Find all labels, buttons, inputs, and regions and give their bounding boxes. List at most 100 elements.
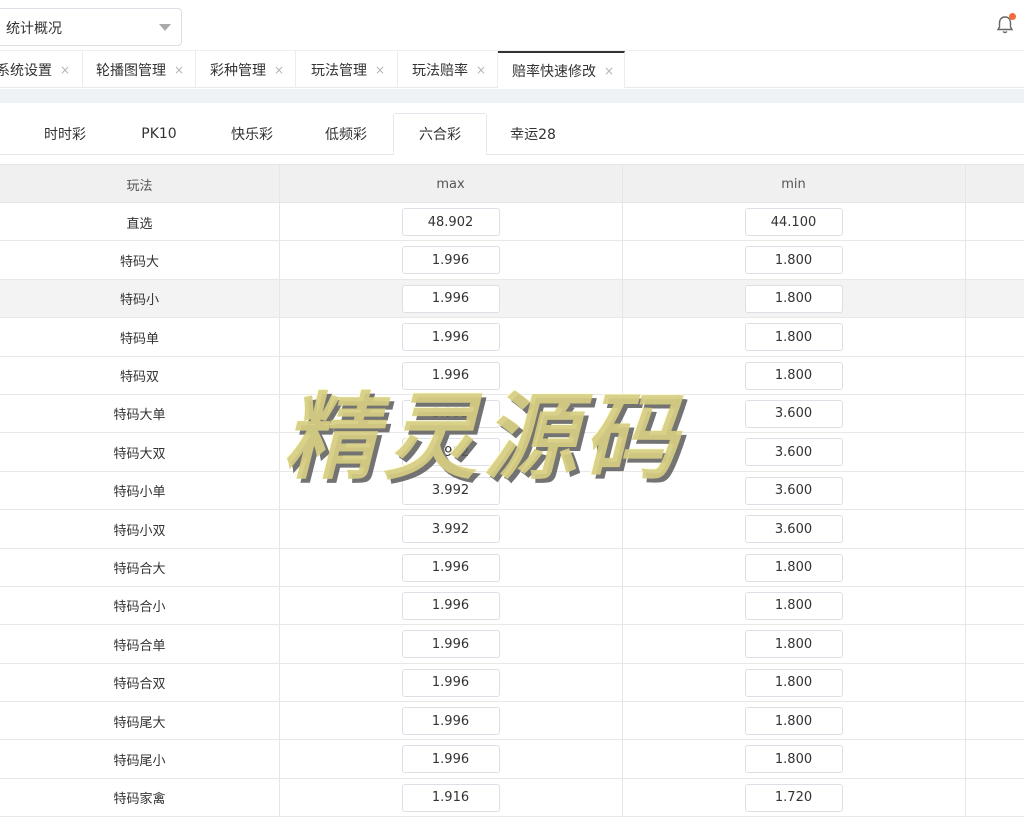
- subtab-kuaile[interactable]: 快乐彩: [209, 113, 295, 155]
- max-cell: [279, 625, 622, 663]
- max-input[interactable]: [401, 323, 500, 352]
- min-input[interactable]: [744, 707, 843, 736]
- tab-odds-quick-edit[interactable]: 赔率快速修改 ×: [498, 51, 625, 88]
- max-cell: [279, 702, 622, 740]
- subtab-dipin[interactable]: 低频彩: [303, 113, 389, 155]
- min-cell: [622, 664, 965, 702]
- min-input[interactable]: [744, 515, 843, 544]
- tab-label: 玩法管理: [311, 62, 367, 79]
- table-row: 特码小单: [0, 471, 1024, 511]
- max-input[interactable]: [401, 745, 500, 774]
- max-cell: [279, 587, 622, 625]
- max-cell: [279, 740, 622, 778]
- min-input[interactable]: [744, 323, 843, 352]
- max-input[interactable]: [401, 515, 500, 544]
- max-input[interactable]: [401, 591, 500, 620]
- min-cell: [622, 472, 965, 510]
- table-row: 特码合双: [0, 663, 1024, 703]
- close-icon[interactable]: ×: [375, 63, 385, 77]
- tab-label: 玩法赔率: [412, 62, 468, 79]
- min-cell: [622, 702, 965, 740]
- play-name-cell: 特码合单: [113, 638, 166, 654]
- play-name-cell: 特码小单: [113, 485, 166, 501]
- play-name-cell: 特码双: [119, 370, 159, 386]
- notification-button[interactable]: [996, 13, 1016, 35]
- close-icon[interactable]: ×: [174, 63, 184, 77]
- min-input[interactable]: [744, 438, 843, 467]
- tab-play-management[interactable]: 玩法管理 ×: [296, 51, 398, 88]
- max-cell: [279, 549, 622, 587]
- table-row: 特码大: [0, 241, 1024, 280]
- tab-lottery-management[interactable]: 彩种管理 ×: [196, 51, 296, 88]
- min-input[interactable]: [744, 246, 843, 275]
- lottery-type-tabs: 时时彩 PK10 快乐彩 低频彩 六合彩 幸运28: [0, 103, 1024, 155]
- min-input[interactable]: [744, 668, 843, 697]
- subtab-ssc[interactable]: 时时彩: [22, 113, 108, 155]
- min-cell: [622, 510, 965, 548]
- min-input[interactable]: [744, 783, 843, 812]
- min-input[interactable]: [744, 553, 843, 582]
- table-body: 直选特码大特码小特码单特码双特码大单特码大双特码小单特码小双特码合大特码合小特码…: [0, 203, 1024, 818]
- min-input[interactable]: [744, 476, 843, 505]
- table-row: 特码合小: [0, 586, 1024, 626]
- tab-play-odds[interactable]: 玩法赔率 ×: [398, 51, 498, 88]
- page-select[interactable]: 统计概况: [0, 8, 182, 46]
- play-name-cell: 特码小: [119, 293, 159, 309]
- min-input[interactable]: [744, 399, 843, 428]
- max-input[interactable]: [401, 783, 500, 812]
- min-input[interactable]: [744, 591, 843, 620]
- table-row: 特码家禽: [0, 778, 1024, 818]
- max-input[interactable]: [401, 246, 500, 275]
- tab-label: 赔率快速修改: [512, 63, 596, 80]
- close-icon[interactable]: ×: [274, 63, 284, 77]
- max-input[interactable]: [401, 284, 500, 313]
- max-input[interactable]: [401, 707, 500, 736]
- odds-table: 玩法 max min 直选特码大特码小特码单特码双特码大单特码大双特码小单特码小…: [0, 164, 1024, 818]
- play-name-cell: 特码尾小: [113, 753, 166, 769]
- table-row: 特码合单: [0, 625, 1024, 664]
- max-input[interactable]: [401, 208, 500, 236]
- close-icon[interactable]: ×: [476, 63, 486, 77]
- max-input[interactable]: [401, 399, 500, 428]
- min-input[interactable]: [744, 745, 843, 774]
- max-cell: [279, 241, 622, 279]
- max-cell: [279, 357, 622, 395]
- top-bar: 统计概况: [0, 0, 1024, 50]
- max-cell: [279, 779, 622, 817]
- max-cell: [279, 664, 622, 702]
- max-cell: [279, 395, 622, 433]
- tabs-bar: 系统设置 × 轮播图管理 × 彩种管理 × 玩法管理 × 玩法赔率 × 赔率快速…: [0, 50, 1024, 88]
- play-name-cell: 特码大: [119, 254, 159, 270]
- close-icon[interactable]: ×: [604, 64, 614, 78]
- min-cell: [622, 433, 965, 471]
- min-input[interactable]: [744, 361, 843, 390]
- table-row: 直选: [0, 203, 1024, 242]
- max-input[interactable]: [401, 553, 500, 582]
- close-icon[interactable]: ×: [60, 63, 70, 77]
- min-cell: [622, 740, 965, 778]
- tab-system-settings[interactable]: 系统设置 ×: [0, 51, 83, 88]
- min-input[interactable]: [744, 208, 843, 236]
- max-input[interactable]: [401, 476, 500, 505]
- max-input[interactable]: [401, 630, 500, 659]
- subtab-pk10[interactable]: PK10: [116, 113, 202, 155]
- min-cell: [622, 587, 965, 625]
- play-name-cell: 特码大单: [113, 408, 166, 424]
- max-input[interactable]: [401, 361, 500, 390]
- max-cell: [279, 318, 622, 356]
- play-name-cell: 特码家禽: [113, 792, 166, 808]
- play-name-cell: 特码合双: [113, 677, 166, 693]
- max-input[interactable]: [401, 438, 500, 467]
- subtab-lucky28[interactable]: 幸运28: [490, 113, 576, 155]
- table-row: 特码大单: [0, 394, 1024, 434]
- subtab-liuhecai[interactable]: 六合彩: [393, 113, 487, 155]
- table-row: 特码合大: [0, 548, 1024, 587]
- min-input[interactable]: [744, 284, 843, 313]
- min-cell: [622, 241, 965, 279]
- max-cell: [279, 203, 622, 241]
- tab-carousel-management[interactable]: 轮播图管理 ×: [83, 51, 196, 88]
- max-input[interactable]: [401, 668, 500, 697]
- min-input[interactable]: [744, 630, 843, 659]
- column-header-play: 玩法: [126, 178, 153, 194]
- table-row: 特码小双: [0, 510, 1024, 549]
